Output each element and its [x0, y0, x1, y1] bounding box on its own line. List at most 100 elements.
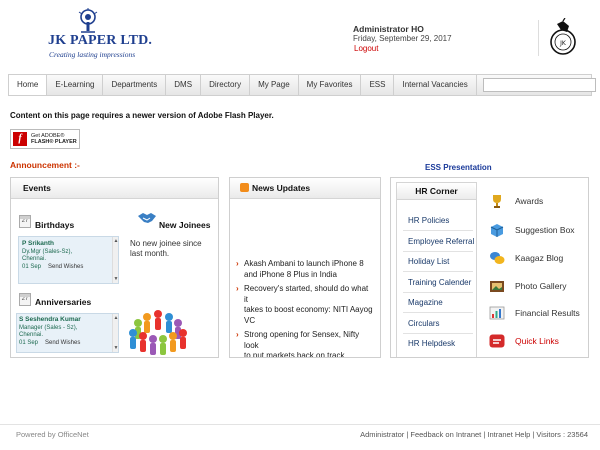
hr-link-magazine[interactable]: Magazine: [408, 298, 443, 307]
new-joinees-text-line2: last month.: [130, 249, 170, 258]
new-joinees-text-line1: No new joinee since: [130, 239, 202, 248]
hr-corner-title: HR Corner: [397, 183, 476, 200]
birthday-person-designation: Dy.Mgr (Sales-Sz),: [22, 249, 73, 255]
ess-presentation-link[interactable]: ESS Presentation: [425, 163, 492, 172]
send-wishes-link[interactable]: Send Wishes: [48, 264, 83, 270]
events-panel: Events 27 Birthdays P Srikanth Dy.Mgr (S…: [10, 177, 219, 358]
flash-badge-text: Get ADOBE® FLASH® PLAYER: [31, 133, 77, 145]
news-item[interactable]: Akash Ambani to launch iPhone 8and iPhon…: [236, 259, 374, 280]
news-item-line1: Recovery's started, should do what it: [244, 284, 369, 304]
get-flash-player-button[interactable]: f Get ADOBE® FLASH® PLAYER: [10, 129, 80, 149]
hr-feature-label: Photo Gallery: [515, 281, 567, 291]
nav-tab-my-favorites[interactable]: My Favorites: [299, 75, 362, 95]
company-name: JK PAPER LTD.: [48, 33, 153, 48]
hr-feature-photo-gallery[interactable]: Photo Gallery: [489, 277, 567, 295]
scroll-down-icon[interactable]: ▼: [113, 276, 119, 282]
hr-feature-quick-links[interactable]: Quick Links: [489, 332, 559, 350]
hr-feature-suggestion-box[interactable]: Suggestion Box: [489, 221, 575, 239]
nav-tab-ess[interactable]: ESS: [361, 75, 395, 95]
hr-link-divider: [403, 291, 473, 293]
news-item[interactable]: Recovery's started, should do what ittak…: [236, 284, 374, 326]
announcement-label: Announcement :-: [10, 160, 80, 170]
calendar-icon: 27: [19, 293, 31, 306]
people-circle-illustration: [129, 310, 187, 355]
hr-link-hr-helpdesk[interactable]: HR Helpdesk: [408, 339, 455, 348]
nav-tab-my-page[interactable]: My Page: [250, 75, 299, 95]
scroll-up-icon[interactable]: ▲: [113, 238, 119, 244]
anniversaries-title: Anniversaries: [35, 297, 92, 307]
quick-links-icon: [489, 333, 505, 349]
svg-text:JK: JK: [559, 40, 567, 47]
news-header: News Updates: [230, 178, 380, 199]
header-divider: [538, 20, 539, 56]
news-item-line1: Strong opening for Sensex, Nifty look: [244, 330, 360, 350]
rss-icon: [240, 183, 249, 192]
birthday-person-name[interactable]: P Srikanth: [22, 240, 54, 247]
footer-divider: [0, 424, 600, 425]
anniversary-card: S Seshendra Kumar Manager (Sales - Sz), …: [16, 313, 119, 353]
new-joinees-title: New Joinees: [159, 220, 211, 230]
photo-icon: [489, 278, 505, 294]
anniversary-person-location: Chennai.: [19, 332, 44, 338]
birthdays-title: Birthdays: [35, 220, 75, 230]
nav-tab-home[interactable]: Home: [9, 75, 48, 95]
scroll-down-icon[interactable]: ▼: [113, 345, 119, 351]
hr-feature-label: Suggestion Box: [515, 225, 575, 235]
news-item[interactable]: Strong opening for Sensex, Nifty lookto …: [236, 330, 374, 358]
hr-links-box: HR Corner HR Policies Employee Referral Ho…: [396, 182, 477, 357]
nav-tab-internal-vacancies[interactable]: Internal Vacancies: [394, 75, 477, 95]
news-item-line2: takes to boost economy: NITI Aayog: [244, 305, 373, 314]
trophy-icon: [489, 193, 505, 209]
birthday-card: P Srikanth Dy.Mgr (Sales-Sz), Chennai. 0…: [18, 236, 119, 284]
nav-tab-dms[interactable]: DMS: [166, 75, 202, 95]
hr-link-divider: [403, 332, 473, 334]
news-title: News Updates: [252, 183, 311, 193]
hr-feature-label: Financial Results: [515, 308, 580, 318]
logo-emblem-icon: [78, 8, 98, 33]
company-logo[interactable]: JK PAPER LTD. Creating lasting impressio…: [48, 8, 152, 60]
corporate-emblem-icon: JK: [550, 18, 576, 55]
nav-tab-directory[interactable]: Directory: [201, 75, 251, 95]
user-name: Administrator HO: [353, 24, 424, 34]
hr-feature-kaagaz-blog[interactable]: Kaagaz Blog: [489, 249, 563, 267]
hr-feature-awards[interactable]: Awards: [489, 192, 543, 210]
chart-icon: [489, 305, 505, 321]
birthday-date: 01 Sep: [22, 264, 42, 270]
hr-link-holiday-list[interactable]: Holiday List: [408, 257, 449, 266]
hr-link-training-calender[interactable]: Training Calender: [408, 278, 471, 287]
box-icon: [489, 222, 505, 238]
hr-feature-label: Quick Links: [515, 336, 559, 346]
hr-link-hr-policies[interactable]: HR Policies: [408, 216, 449, 225]
birthday-scrollbar[interactable]: ▲ ▼: [112, 237, 118, 283]
anniversary-person-name[interactable]: S Seshendra Kumar: [19, 316, 81, 323]
nav-tab-e-learning[interactable]: E-Learning: [47, 75, 104, 95]
anniversary-date: 01 Sep: [19, 340, 39, 346]
handshake-icon: [138, 213, 156, 223]
calendar-day: 27: [21, 296, 29, 302]
hr-link-circulars[interactable]: Circulars: [408, 319, 440, 328]
nav-tab-departments[interactable]: Departments: [103, 75, 167, 95]
logout-link[interactable]: Logout: [353, 44, 452, 54]
news-item-line2: and iPhone 8 Plus in India: [244, 269, 337, 279]
calendar-icon: 27: [19, 215, 31, 228]
news-list: Akash Ambani to launch iPhone 8and iPhon…: [236, 259, 374, 358]
scroll-up-icon[interactable]: ▲: [113, 315, 119, 321]
hr-feature-label: Kaagaz Blog: [515, 253, 564, 263]
company-tagline: Creating lasting impressions: [49, 50, 136, 59]
footer-links[interactable]: Administrator | Feedback on Intranet | I…: [360, 430, 588, 439]
flash-logo-icon: f: [13, 132, 27, 146]
anniversary-scrollbar[interactable]: ▲ ▼: [112, 314, 118, 352]
hr-link-employee-referral[interactable]: Employee Referral: [408, 237, 474, 246]
anniversary-person-designation: Manager (Sales - Sz),: [19, 325, 78, 331]
news-item-line1: Akash Ambani to launch iPhone 8: [244, 259, 364, 268]
main-nav: Home E-Learning Departments DMS Directory My …: [8, 74, 596, 96]
hr-feature-financial-results[interactable]: Financial Results: [489, 304, 580, 322]
chat-bubbles-icon: [489, 250, 505, 266]
news-item-line2: to put markets back on track: [244, 351, 345, 358]
search-input[interactable]: [483, 78, 596, 92]
hr-feature-label: Awards: [515, 196, 544, 206]
hr-link-divider: [403, 312, 473, 313]
send-wishes-link[interactable]: Send Wishes: [45, 340, 80, 346]
hr-link-divider: [403, 230, 473, 231]
header: JK PAPER LTD. Creating lasting impressio…: [0, 0, 600, 68]
